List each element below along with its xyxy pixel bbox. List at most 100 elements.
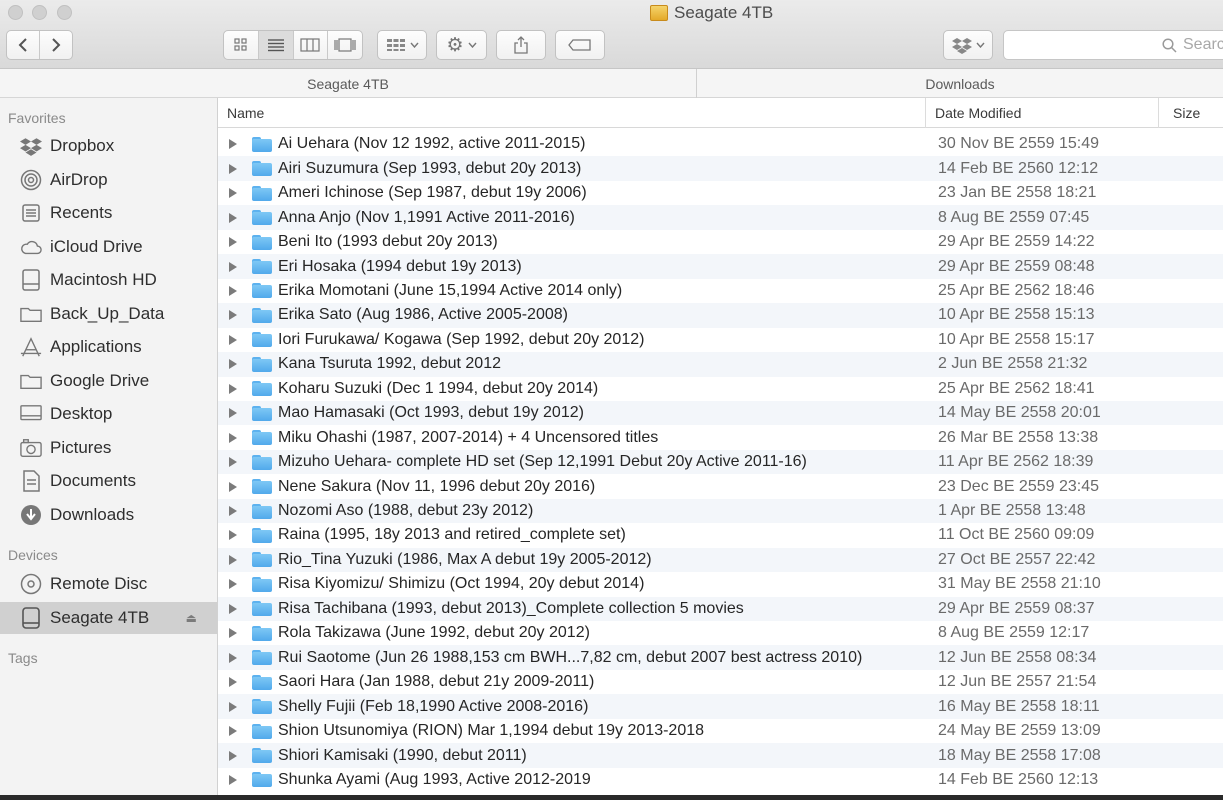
sidebar-item-recents[interactable]: Recents — [0, 197, 217, 229]
eject-icon[interactable]: ⏏ — [186, 611, 197, 625]
file-row[interactable]: Iori Furukawa/ Kogawa (Sep 1992, debut 2… — [218, 328, 1223, 353]
disclosure-triangle-icon[interactable] — [229, 261, 237, 272]
size-column-header[interactable]: Size — [1159, 98, 1223, 128]
sidebar-item-label: Macintosh HD — [50, 270, 157, 289]
disclosure-triangle-icon[interactable] — [229, 530, 237, 541]
action-menu-button[interactable]: ⚙ — [436, 30, 487, 60]
disclosure-triangle-icon[interactable] — [229, 212, 237, 223]
disclosure-triangle-icon[interactable] — [229, 701, 237, 712]
disclosure-triangle-icon[interactable] — [229, 359, 237, 370]
file-row[interactable]: Eri Hosaka (1994 debut 19y 2013) 29 Apr B… — [218, 254, 1223, 279]
sidebar-item-desktop[interactable]: Desktop — [0, 398, 217, 430]
sidebar-item-icloud-drive[interactable]: iCloud Drive — [0, 231, 217, 263]
file-row[interactable]: Shion Utsunomiya (RION) Mar 1,1994 debut… — [218, 719, 1223, 744]
disclosure-triangle-icon[interactable] — [229, 188, 237, 199]
close-window-button[interactable] — [8, 5, 23, 20]
file-name: Erika Sato (Aug 1986, Active 2005-2008) — [278, 306, 568, 324]
file-row[interactable]: Risa Tachibana (1993, debut 2013)_Comple… — [218, 596, 1223, 622]
favorites-heading: Favorites — [8, 110, 66, 126]
tab-seagate-4tb[interactable]: Seagate 4TB — [0, 69, 697, 98]
disclosure-triangle-icon[interactable] — [229, 750, 237, 761]
file-row[interactable]: Saori Hara (Jan 1988, debut 21y 2009-201… — [218, 670, 1223, 695]
file-row[interactable]: Mao Hamasaki (Oct 1993, debut 19y 2012) 1… — [218, 400, 1223, 426]
share-button[interactable] — [496, 30, 546, 60]
icon-view-button[interactable] — [224, 31, 259, 59]
folder-icon — [252, 552, 272, 568]
sidebar-item-applications[interactable]: Applications — [0, 331, 217, 363]
sidebar-item-back-up-data[interactable]: Back_Up_Data — [0, 298, 217, 330]
file-row[interactable]: Kana Tsuruta 1992, debut 2012 2 Jun BE 25… — [218, 352, 1223, 377]
sidebar-item-downloads[interactable]: Downloads — [0, 499, 217, 531]
file-row[interactable]: Rui Saotome (Jun 26 1988,153 cm BWH...7,… — [218, 645, 1223, 670]
list-view-button[interactable] — [258, 31, 294, 59]
gallery-view-button[interactable] — [328, 31, 362, 59]
file-row[interactable]: Risa Kiyomizu/ Shimizu (Oct 1994, 20y de… — [218, 572, 1223, 597]
sidebar-item-remote-disc[interactable]: Remote Disc — [0, 568, 217, 600]
file-row[interactable]: Nozomi Aso (1988, debut 23y 2012) 1 Apr B… — [218, 498, 1223, 524]
disclosure-triangle-icon[interactable] — [229, 774, 237, 785]
file-row[interactable]: Airi Suzumura (Sep 1993, debut 20y 2013)… — [218, 156, 1223, 181]
disclosure-triangle-icon[interactable] — [229, 310, 237, 321]
disclosure-triangle-icon[interactable] — [229, 285, 237, 296]
sidebar-item-dropbox[interactable]: Dropbox — [0, 130, 217, 162]
file-row[interactable]: Ameri Ichinose (Sep 1987, debut 19y 2006… — [218, 181, 1223, 206]
file-row[interactable]: Anna Anjo (Nov 1,1991 Active 2011-2016) 8… — [218, 205, 1223, 230]
file-row[interactable]: Beni Ito (1993 debut 20y 2013) 29 Apr BE … — [218, 230, 1223, 255]
edit-tags-button[interactable] — [555, 30, 605, 60]
file-row[interactable]: Koharu Suzuki (Dec 1 1994, debut 20y 201… — [218, 377, 1223, 402]
disclosure-triangle-icon[interactable] — [229, 628, 237, 639]
search-field[interactable]: Searc — [1003, 30, 1223, 60]
column-label: Name — [227, 105, 265, 121]
columns-icon — [300, 38, 320, 52]
disclosure-triangle-icon[interactable] — [229, 139, 237, 150]
disclosure-triangle-icon[interactable] — [229, 603, 237, 614]
column-view-button[interactable] — [294, 31, 329, 59]
disclosure-triangle-icon[interactable] — [229, 726, 237, 737]
sidebar-item-macintosh-hd[interactable]: Macintosh HD — [0, 264, 217, 296]
file-row[interactable]: Ai Uehara (Nov 12 1992, active 2011-2015… — [218, 132, 1223, 157]
disclosure-triangle-icon[interactable] — [229, 677, 237, 688]
disclosure-triangle-icon[interactable] — [229, 163, 237, 174]
file-row[interactable]: Miku Ohashi (1987, 2007-2014) + 4 Uncens… — [218, 425, 1223, 450]
disclosure-triangle-icon[interactable] — [229, 457, 237, 468]
disclosure-triangle-icon[interactable] — [229, 334, 237, 345]
disclosure-triangle-icon[interactable] — [229, 481, 237, 492]
sidebar-item-google-drive[interactable]: Google Drive — [0, 365, 217, 397]
forward-button[interactable] — [40, 31, 72, 59]
date-modified-column-header[interactable]: Date Modified — [926, 98, 1159, 128]
folder-icon — [252, 772, 272, 788]
disclosure-triangle-icon[interactable] — [229, 506, 237, 516]
sidebar-item-documents[interactable]: Documents — [0, 465, 217, 497]
file-row[interactable]: Shiori Kamisaki (1990, debut 2011) 18 May… — [218, 743, 1223, 768]
dropbox-menu-button[interactable] — [943, 30, 993, 60]
file-row[interactable]: Mizuho Uehara- complete HD set (Sep 12,1… — [218, 449, 1223, 475]
file-row[interactable]: Raina (1995, 18y 2013 and retired_comple… — [218, 523, 1223, 548]
sidebar-item-airdrop[interactable]: AirDrop — [0, 164, 217, 196]
file-row[interactable]: Shunka Ayami (Aug 1993, Active 2012-2019… — [218, 768, 1223, 793]
zoom-window-button[interactable] — [57, 5, 72, 20]
name-column-header[interactable]: Name — [218, 98, 926, 128]
file-row[interactable]: Shelly Fujii (Feb 18,1990 Active 2008-20… — [218, 694, 1223, 719]
disclosure-triangle-icon[interactable] — [229, 408, 237, 419]
tab-downloads[interactable]: Downloads — [697, 69, 1223, 98]
disclosure-triangle-icon[interactable] — [229, 383, 237, 394]
file-row[interactable]: Nene Sakura (Nov 11, 1996 debut 20y 2016… — [218, 474, 1223, 499]
file-name: Ai Uehara (Nov 12 1992, active 2011-2015… — [278, 135, 586, 153]
disclosure-triangle-icon[interactable] — [229, 237, 237, 248]
disclosure-triangle-icon[interactable] — [229, 579, 237, 590]
file-date-modified: 2 Jun BE 2558 21:32 — [938, 355, 1088, 373]
file-row[interactable]: Erika Sato (Aug 1986, Active 2005-2008) 1… — [218, 303, 1223, 328]
sidebar: Favorites Devices Tags Dropbox AirDrop Rec… — [0, 98, 218, 800]
file-row[interactable]: Rola Takizawa (June 1992, debut 20y 2012… — [218, 621, 1223, 646]
disclosure-triangle-icon[interactable] — [229, 652, 237, 663]
file-row[interactable]: Rio_Tina Yuzuki (1986, Max A debut 19y 2… — [218, 547, 1223, 573]
disclosure-triangle-icon[interactable] — [229, 554, 237, 565]
back-button[interactable] — [7, 31, 40, 59]
minimize-window-button[interactable] — [32, 5, 47, 20]
file-row[interactable]: Erika Momotani (June 15,1994 Active 2014… — [218, 279, 1223, 304]
devices-heading: Devices — [8, 547, 58, 563]
disclosure-triangle-icon[interactable] — [229, 432, 237, 443]
sidebar-item-pictures[interactable]: Pictures — [0, 432, 217, 464]
group-by-button[interactable] — [377, 30, 427, 60]
sidebar-item-seagate-4tb[interactable]: Seagate 4TB ⏏ — [0, 601, 217, 634]
